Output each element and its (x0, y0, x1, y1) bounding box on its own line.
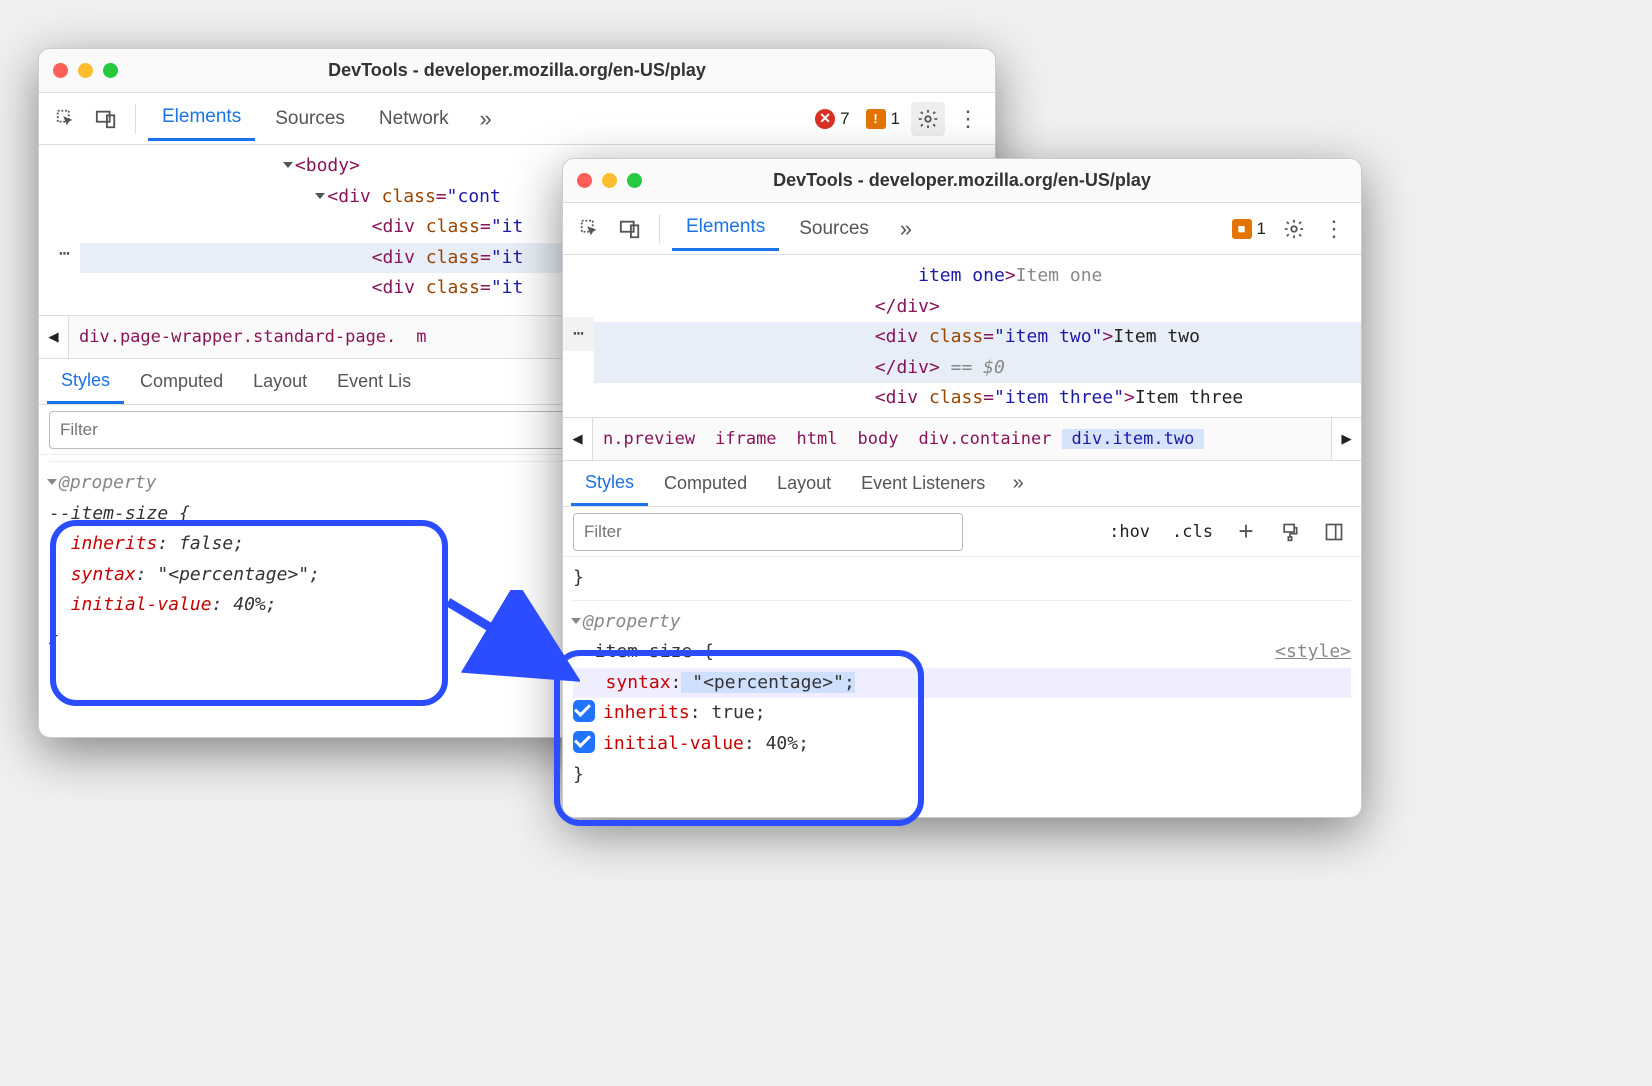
tab-network[interactable]: Network (365, 98, 463, 140)
computed-panel-icon[interactable] (1317, 515, 1351, 549)
crumb-page-wrapper[interactable]: div.page-wrapper.standard-page. (69, 327, 406, 347)
dom-ellipsis-icon[interactable]: ⋯ (49, 237, 80, 271)
dom-node-item-three[interactable]: <div class="item three">Item three (594, 383, 1361, 414)
css-prop-syntax[interactable]: syntax (71, 564, 136, 585)
styles-filter-row: :hov .cls + (563, 507, 1361, 557)
warning-badge[interactable]: ■1 (1227, 219, 1271, 239)
dom-node-item-two[interactable]: <div class="item two">Item two (594, 322, 1361, 353)
crumb-container[interactable]: div.container (908, 429, 1061, 449)
crumb-item-two[interactable]: div.item.two (1062, 429, 1205, 449)
styles-sub-tabs: Styles Computed Layout Event Listeners » (563, 461, 1361, 507)
crumb-m[interactable]: m (406, 327, 436, 347)
device-toggle-icon[interactable] (613, 212, 647, 246)
css-prop-syntax[interactable]: syntax (606, 672, 671, 693)
at-property-label: @property (59, 472, 157, 493)
titlebar: DevTools - developer.mozilla.org/en-US/p… (39, 49, 995, 93)
inspect-icon[interactable] (573, 212, 607, 246)
more-sub-tabs-icon[interactable]: » (1001, 467, 1035, 501)
breadcrumb-left-icon[interactable]: ◀ (563, 418, 593, 460)
sub-tab-computed[interactable]: Computed (650, 463, 761, 504)
tab-sources[interactable]: Sources (785, 208, 883, 250)
css-selector[interactable]: --item-size {<style> (573, 637, 1351, 668)
error-badge[interactable]: ✕7 (810, 109, 854, 129)
sub-tab-layout[interactable]: Layout (763, 463, 845, 504)
dom-ellipsis-icon[interactable]: ⋯ (563, 317, 594, 351)
minimize-icon[interactable] (78, 63, 93, 78)
crumb-iframe[interactable]: iframe (705, 429, 786, 449)
styles-filter-input[interactable] (573, 513, 963, 551)
css-prop-initial-value[interactable]: initial-value (71, 594, 212, 615)
tab-sources[interactable]: Sources (261, 98, 359, 140)
cls-button[interactable]: .cls (1166, 518, 1219, 546)
close-icon[interactable] (53, 63, 68, 78)
divider (135, 104, 136, 134)
zoom-icon[interactable] (103, 63, 118, 78)
window-title: DevTools - developer.mozilla.org/en-US/p… (39, 60, 995, 81)
kebab-menu-icon[interactable]: ⋮ (951, 102, 985, 136)
close-icon[interactable] (577, 173, 592, 188)
dom-tree[interactable]: ⋯ item one>Item one </div> <div class="i… (563, 255, 1361, 417)
breadcrumb-right-icon[interactable]: ▶ (1331, 418, 1361, 460)
dom-node-item-three-partial-close[interactable]: </div> (594, 414, 1361, 417)
traffic-lights (577, 173, 642, 188)
sub-tab-events[interactable]: Event Lis (323, 361, 425, 402)
divider (659, 214, 660, 244)
css-close-brace: } (573, 760, 1351, 791)
device-toggle-icon[interactable] (89, 102, 123, 136)
crumb-html[interactable]: html (787, 429, 848, 449)
inspect-icon[interactable] (49, 102, 83, 136)
css-prop-initial-value[interactable]: initial-value (603, 733, 744, 754)
sub-tab-events[interactable]: Event Listeners (847, 463, 999, 504)
dom-node-close-div[interactable]: </div> (594, 292, 1361, 323)
paint-icon[interactable] (1273, 515, 1307, 549)
new-rule-plus-icon[interactable]: + (1229, 515, 1263, 549)
sub-tab-styles[interactable]: Styles (571, 462, 648, 506)
warning-count: 1 (891, 109, 900, 129)
css-prop-inherits[interactable]: inherits (71, 533, 158, 554)
crumb-body[interactable]: body (848, 429, 909, 449)
main-toolbar: Elements Sources » ■1 ⋮ (563, 203, 1361, 255)
minimize-icon[interactable] (602, 173, 617, 188)
crumb-preview[interactable]: n.preview (593, 429, 705, 449)
settings-gear-icon[interactable] (1277, 212, 1311, 246)
breadcrumb-left-icon[interactable]: ◀ (39, 316, 69, 358)
styles-close-brace: } (573, 563, 1351, 594)
more-tabs-icon[interactable]: » (469, 102, 503, 136)
tab-elements[interactable]: Elements (672, 206, 779, 251)
breadcrumb: ◀ n.preview iframe html body div.contain… (563, 417, 1361, 461)
kebab-menu-icon[interactable]: ⋮ (1317, 212, 1351, 246)
css-enable-checkbox[interactable] (573, 731, 595, 753)
titlebar: DevTools - developer.mozilla.org/en-US/p… (563, 159, 1361, 203)
sub-tab-layout[interactable]: Layout (239, 361, 321, 402)
more-tabs-icon[interactable]: » (889, 212, 923, 246)
window-title: DevTools - developer.mozilla.org/en-US/p… (563, 170, 1361, 191)
styles-pane[interactable]: } @property --item-size {<style> syntax:… (563, 557, 1361, 796)
main-toolbar: Elements Sources Network » ✕7 !1 ⋮ (39, 93, 995, 145)
css-enable-checkbox[interactable] (573, 700, 595, 722)
style-source-link[interactable]: <style> (1275, 637, 1351, 668)
sub-tab-computed[interactable]: Computed (126, 361, 237, 402)
error-count: 7 (840, 109, 849, 129)
sub-tab-styles[interactable]: Styles (47, 360, 124, 404)
dom-node-item-two-close[interactable]: </div> == $0 (594, 353, 1361, 384)
traffic-lights (53, 63, 118, 78)
warning-count: 1 (1257, 219, 1266, 239)
warning-badge[interactable]: !1 (861, 109, 905, 129)
at-property-label: @property (583, 611, 681, 632)
dom-node-item-one-partial[interactable]: item one>Item one (594, 261, 1361, 292)
hov-button[interactable]: :hov (1103, 518, 1156, 546)
settings-gear-icon[interactable] (911, 102, 945, 136)
devtools-window-2: DevTools - developer.mozilla.org/en-US/p… (562, 158, 1362, 818)
css-prop-inherits[interactable]: inherits (603, 702, 690, 723)
zoom-icon[interactable] (627, 173, 642, 188)
tab-elements[interactable]: Elements (148, 96, 255, 141)
